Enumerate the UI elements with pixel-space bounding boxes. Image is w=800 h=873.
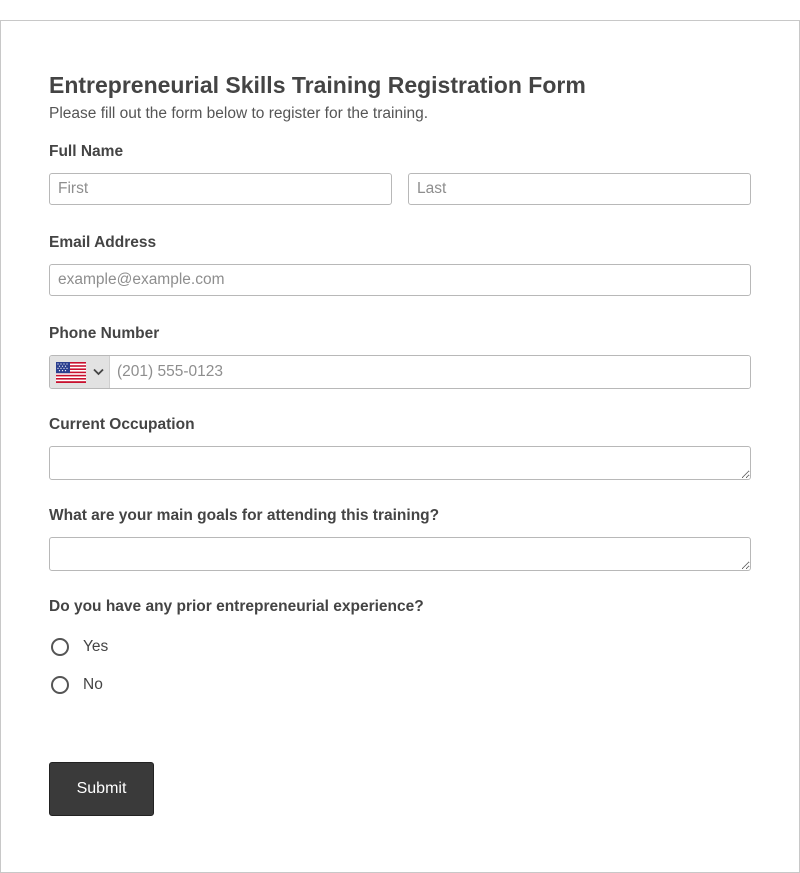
form-card: Entrepreneurial Skills Training Registra… <box>0 20 800 873</box>
first-name-input[interactable] <box>49 173 392 205</box>
email-input[interactable] <box>49 264 751 296</box>
last-name-input[interactable] <box>408 173 751 205</box>
radio-label: Yes <box>83 638 109 655</box>
email-label: Email Address <box>49 234 157 251</box>
radio-label: No <box>83 676 103 693</box>
form-title: Entrepreneurial Skills Training Registra… <box>49 72 586 98</box>
occupation-label: Current Occupation <box>49 416 195 433</box>
submit-button[interactable]: Submit <box>49 762 154 816</box>
full-name-label: Full Name <box>49 143 124 160</box>
phone-label: Phone Number <box>49 325 160 342</box>
occupation-textarea[interactable] <box>49 446 751 480</box>
form-subtitle: Please fill out the form below to regist… <box>49 105 429 122</box>
us-flag-icon <box>56 361 86 383</box>
experience-label: Do you have any prior entrepreneurial ex… <box>49 598 424 615</box>
country-code-select[interactable] <box>50 356 110 388</box>
chevron-down-icon <box>93 368 104 376</box>
phone-field <box>49 355 751 389</box>
radio-button[interactable] <box>51 638 69 656</box>
radio-option-yes[interactable]: Yes <box>49 638 108 656</box>
goals-textarea[interactable] <box>49 537 751 571</box>
phone-input[interactable] <box>110 356 750 388</box>
goals-label: What are your main goals for attending t… <box>49 507 440 524</box>
radio-button[interactable] <box>51 676 69 694</box>
radio-option-no[interactable]: No <box>49 676 103 694</box>
